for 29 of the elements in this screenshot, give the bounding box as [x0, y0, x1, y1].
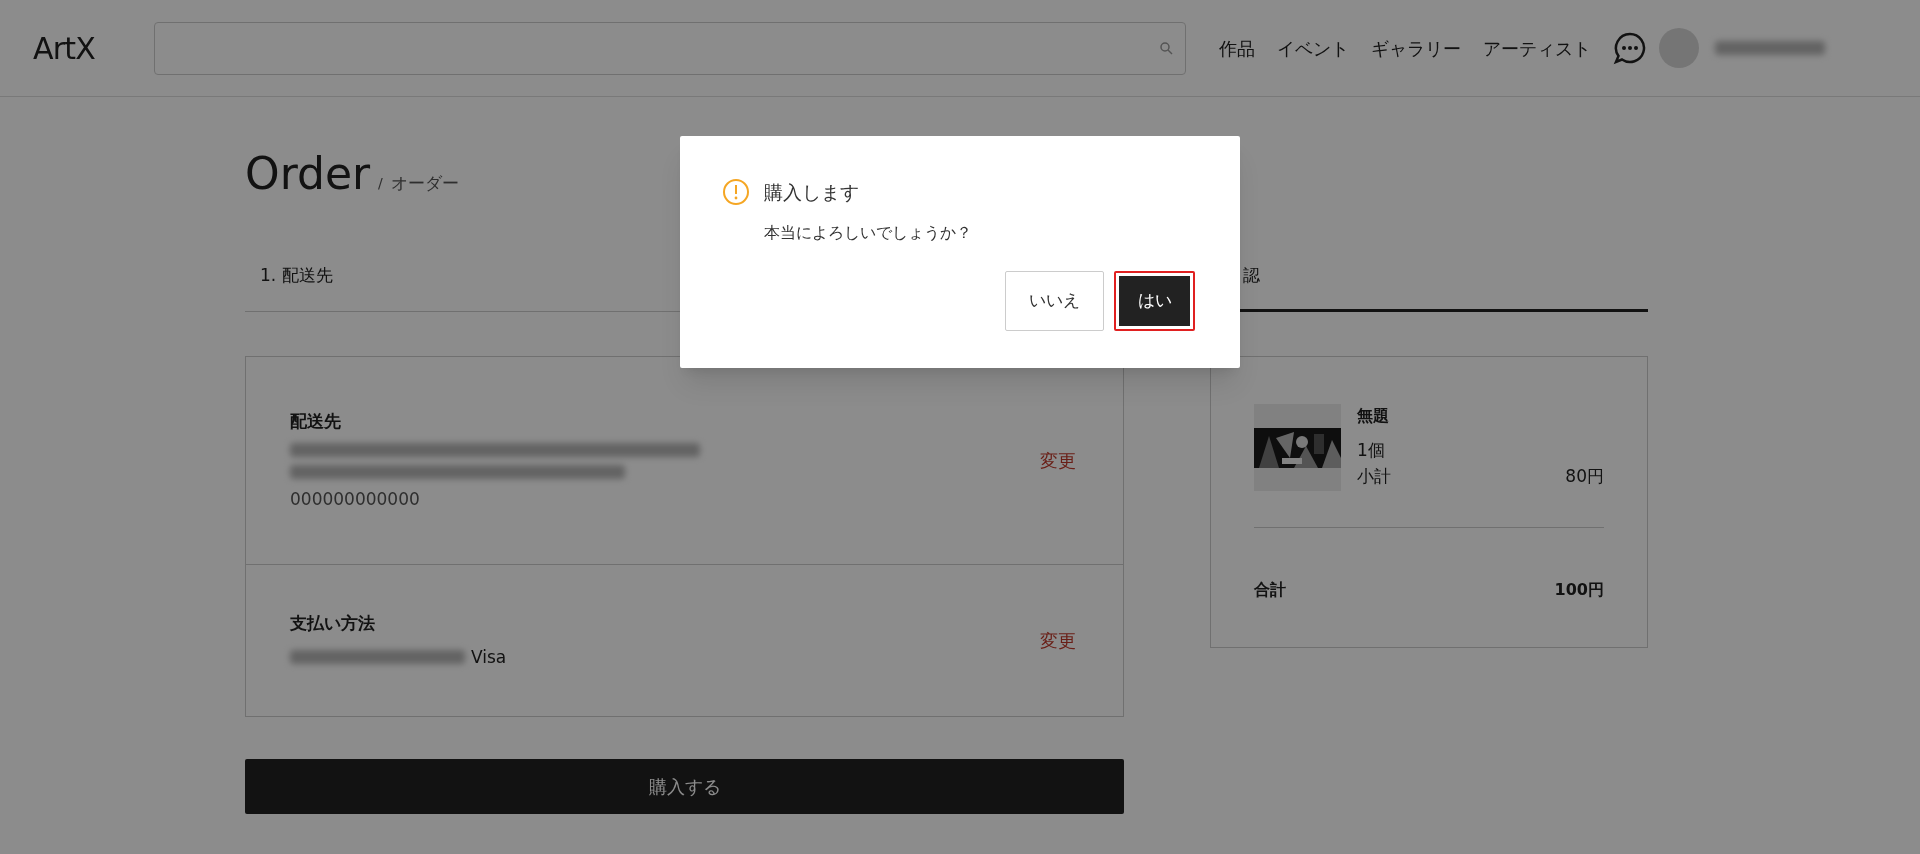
- phone-number: 000000000000: [290, 487, 421, 511]
- change-link[interactable]: 変更: [1040, 627, 1076, 654]
- item-quantity: 1個: [1357, 439, 1386, 462]
- nav-link[interactable]: アーティスト: [1483, 34, 1591, 62]
- search-icon: [1159, 41, 1173, 55]
- section-heading: 配送先: [290, 410, 342, 433]
- page-subtitle: オーダー: [390, 171, 459, 195]
- page-title: Order: [245, 152, 371, 196]
- confirm-button[interactable]: はい: [1114, 270, 1195, 331]
- dialog-title: 購入します: [764, 180, 859, 205]
- change-link[interactable]: 変更: [1040, 447, 1076, 474]
- card-brand: Visa: [471, 645, 507, 669]
- subtotal-label: 小計: [1357, 464, 1391, 488]
- nav-link[interactable]: 作品: [1219, 34, 1255, 62]
- search-field[interactable]: [154, 21, 1186, 75]
- nav-link[interactable]: ギャラリー: [1371, 34, 1461, 62]
- total-value: 100円: [1554, 579, 1604, 601]
- section-heading: 支払い方法: [290, 612, 376, 635]
- logo[interactable]: ArtX: [33, 25, 154, 71]
- warning-icon: [722, 178, 750, 207]
- chat-icon[interactable]: [1613, 31, 1647, 65]
- cancel-button[interactable]: いいえ: [1005, 270, 1104, 331]
- dialog-message: 本当によろしいでしょうか？: [764, 221, 973, 244]
- total-label: 合計: [1254, 579, 1286, 601]
- nav-link[interactable]: イベント: [1277, 34, 1349, 62]
- item-title: 無題: [1357, 405, 1390, 427]
- purchase-button[interactable]: 購入する: [245, 759, 1124, 814]
- title-separator: /: [378, 174, 383, 193]
- subtotal-value: 80円: [1565, 464, 1604, 488]
